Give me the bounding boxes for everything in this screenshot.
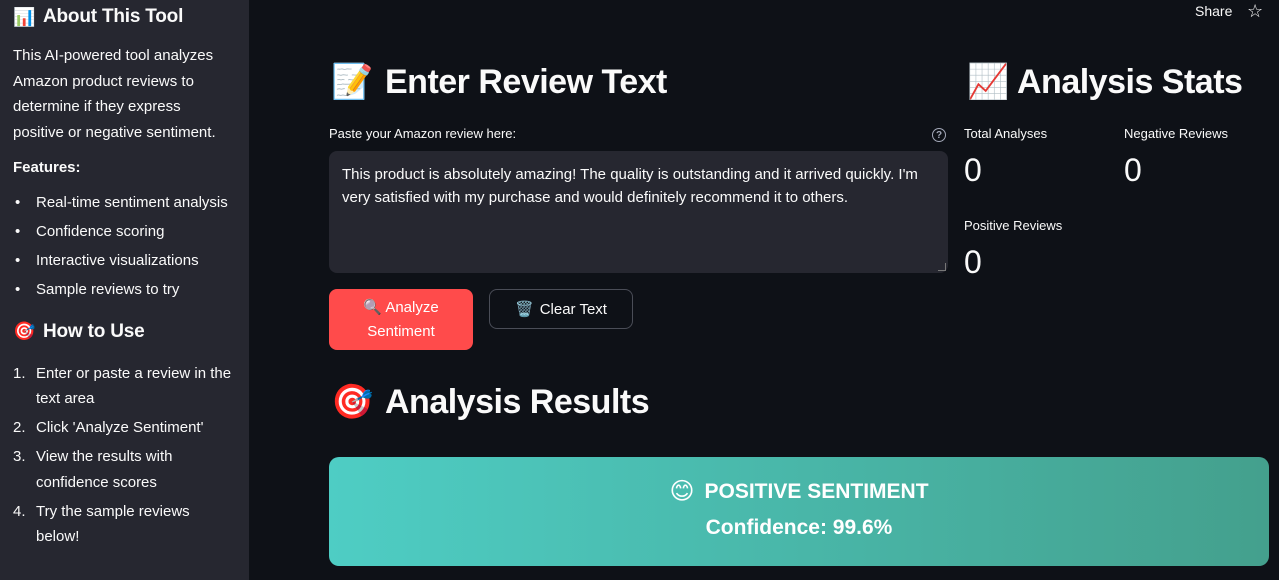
list-item: 1. Enter or paste a review in the text ar… bbox=[13, 364, 232, 408]
trending-up-icon: 📈 bbox=[967, 63, 1009, 101]
negative-reviews-label: Negative Reviews bbox=[1124, 126, 1229, 141]
confidence-text: Confidence: 99.6% bbox=[705, 516, 893, 539]
review-textarea[interactable]: This product is absolutely amazing! The … bbox=[329, 151, 948, 273]
how-to-use-title: How to Use bbox=[43, 320, 145, 342]
list-item: 3. View the results with confidence score… bbox=[13, 448, 173, 491]
help-icon[interactable]: ? bbox=[932, 128, 946, 142]
target-icon: 🎯 bbox=[13, 321, 36, 341]
trash-icon: 🗑️ bbox=[515, 301, 534, 318]
sentiment-result-card: 😊 POSITIVE SENTIMENT Confidence: 99.6% bbox=[329, 457, 1269, 566]
negative-reviews-value: 0 bbox=[1124, 152, 1142, 188]
list-item: 2. Click 'Analyze Sentiment' bbox=[13, 419, 204, 436]
results-section-title: 🎯 Analysis Results bbox=[331, 382, 650, 422]
target-icon: 🎯 bbox=[331, 383, 373, 421]
analyze-sentiment-button[interactable]: 🔍 Analyze Sentiment bbox=[329, 289, 473, 350]
clear-text-button[interactable]: 🗑️ Clear Text bbox=[489, 289, 633, 329]
list-item: Confidence scoring bbox=[13, 219, 235, 245]
bar-chart-icon: 📊 bbox=[13, 6, 36, 27]
sidebar: 📊 About This Tool This AI-powered tool a… bbox=[0, 0, 249, 580]
about-description: This AI-powered tool analyzes Amazon pro… bbox=[13, 47, 216, 141]
about-title: About This Tool bbox=[43, 6, 184, 27]
features-list: Real-time sentiment analysis Confidence … bbox=[13, 190, 235, 303]
list-item: Real-time sentiment analysis bbox=[13, 190, 235, 216]
total-analyses-value: 0 bbox=[964, 152, 982, 188]
sentiment-label: 😊 POSITIVE SENTIMENT bbox=[669, 478, 929, 505]
how-to-use-steps: 1. Enter or paste a review in the text ar… bbox=[13, 361, 235, 550]
positive-reviews-value: 0 bbox=[964, 244, 982, 280]
memo-icon: 📝 bbox=[331, 63, 373, 101]
stats-section-title: 📈 Analysis Stats bbox=[967, 62, 1243, 102]
share-button[interactable]: Share bbox=[1195, 3, 1232, 19]
list-item: Interactive visualizations bbox=[13, 248, 235, 274]
features-label: Features: bbox=[13, 159, 81, 176]
smile-icon: 😊 bbox=[669, 478, 695, 505]
total-analyses-label: Total Analyses bbox=[964, 126, 1048, 141]
positive-reviews-label: Positive Reviews bbox=[964, 218, 1063, 233]
search-icon: 🔍 bbox=[363, 298, 382, 316]
list-item: 4. Try the sample reviews below! bbox=[13, 502, 190, 546]
review-field-label: Paste your Amazon review here: bbox=[329, 126, 517, 141]
star-icon[interactable]: ☆ bbox=[1247, 1, 1263, 22]
how-to-use-heading: 🎯 How to Use bbox=[13, 321, 235, 343]
resize-handle[interactable] bbox=[938, 263, 946, 271]
input-section-title: 📝 Enter Review Text bbox=[331, 62, 667, 102]
about-heading: 📊 About This Tool bbox=[13, 6, 235, 28]
list-item: Sample reviews to try bbox=[13, 277, 235, 303]
